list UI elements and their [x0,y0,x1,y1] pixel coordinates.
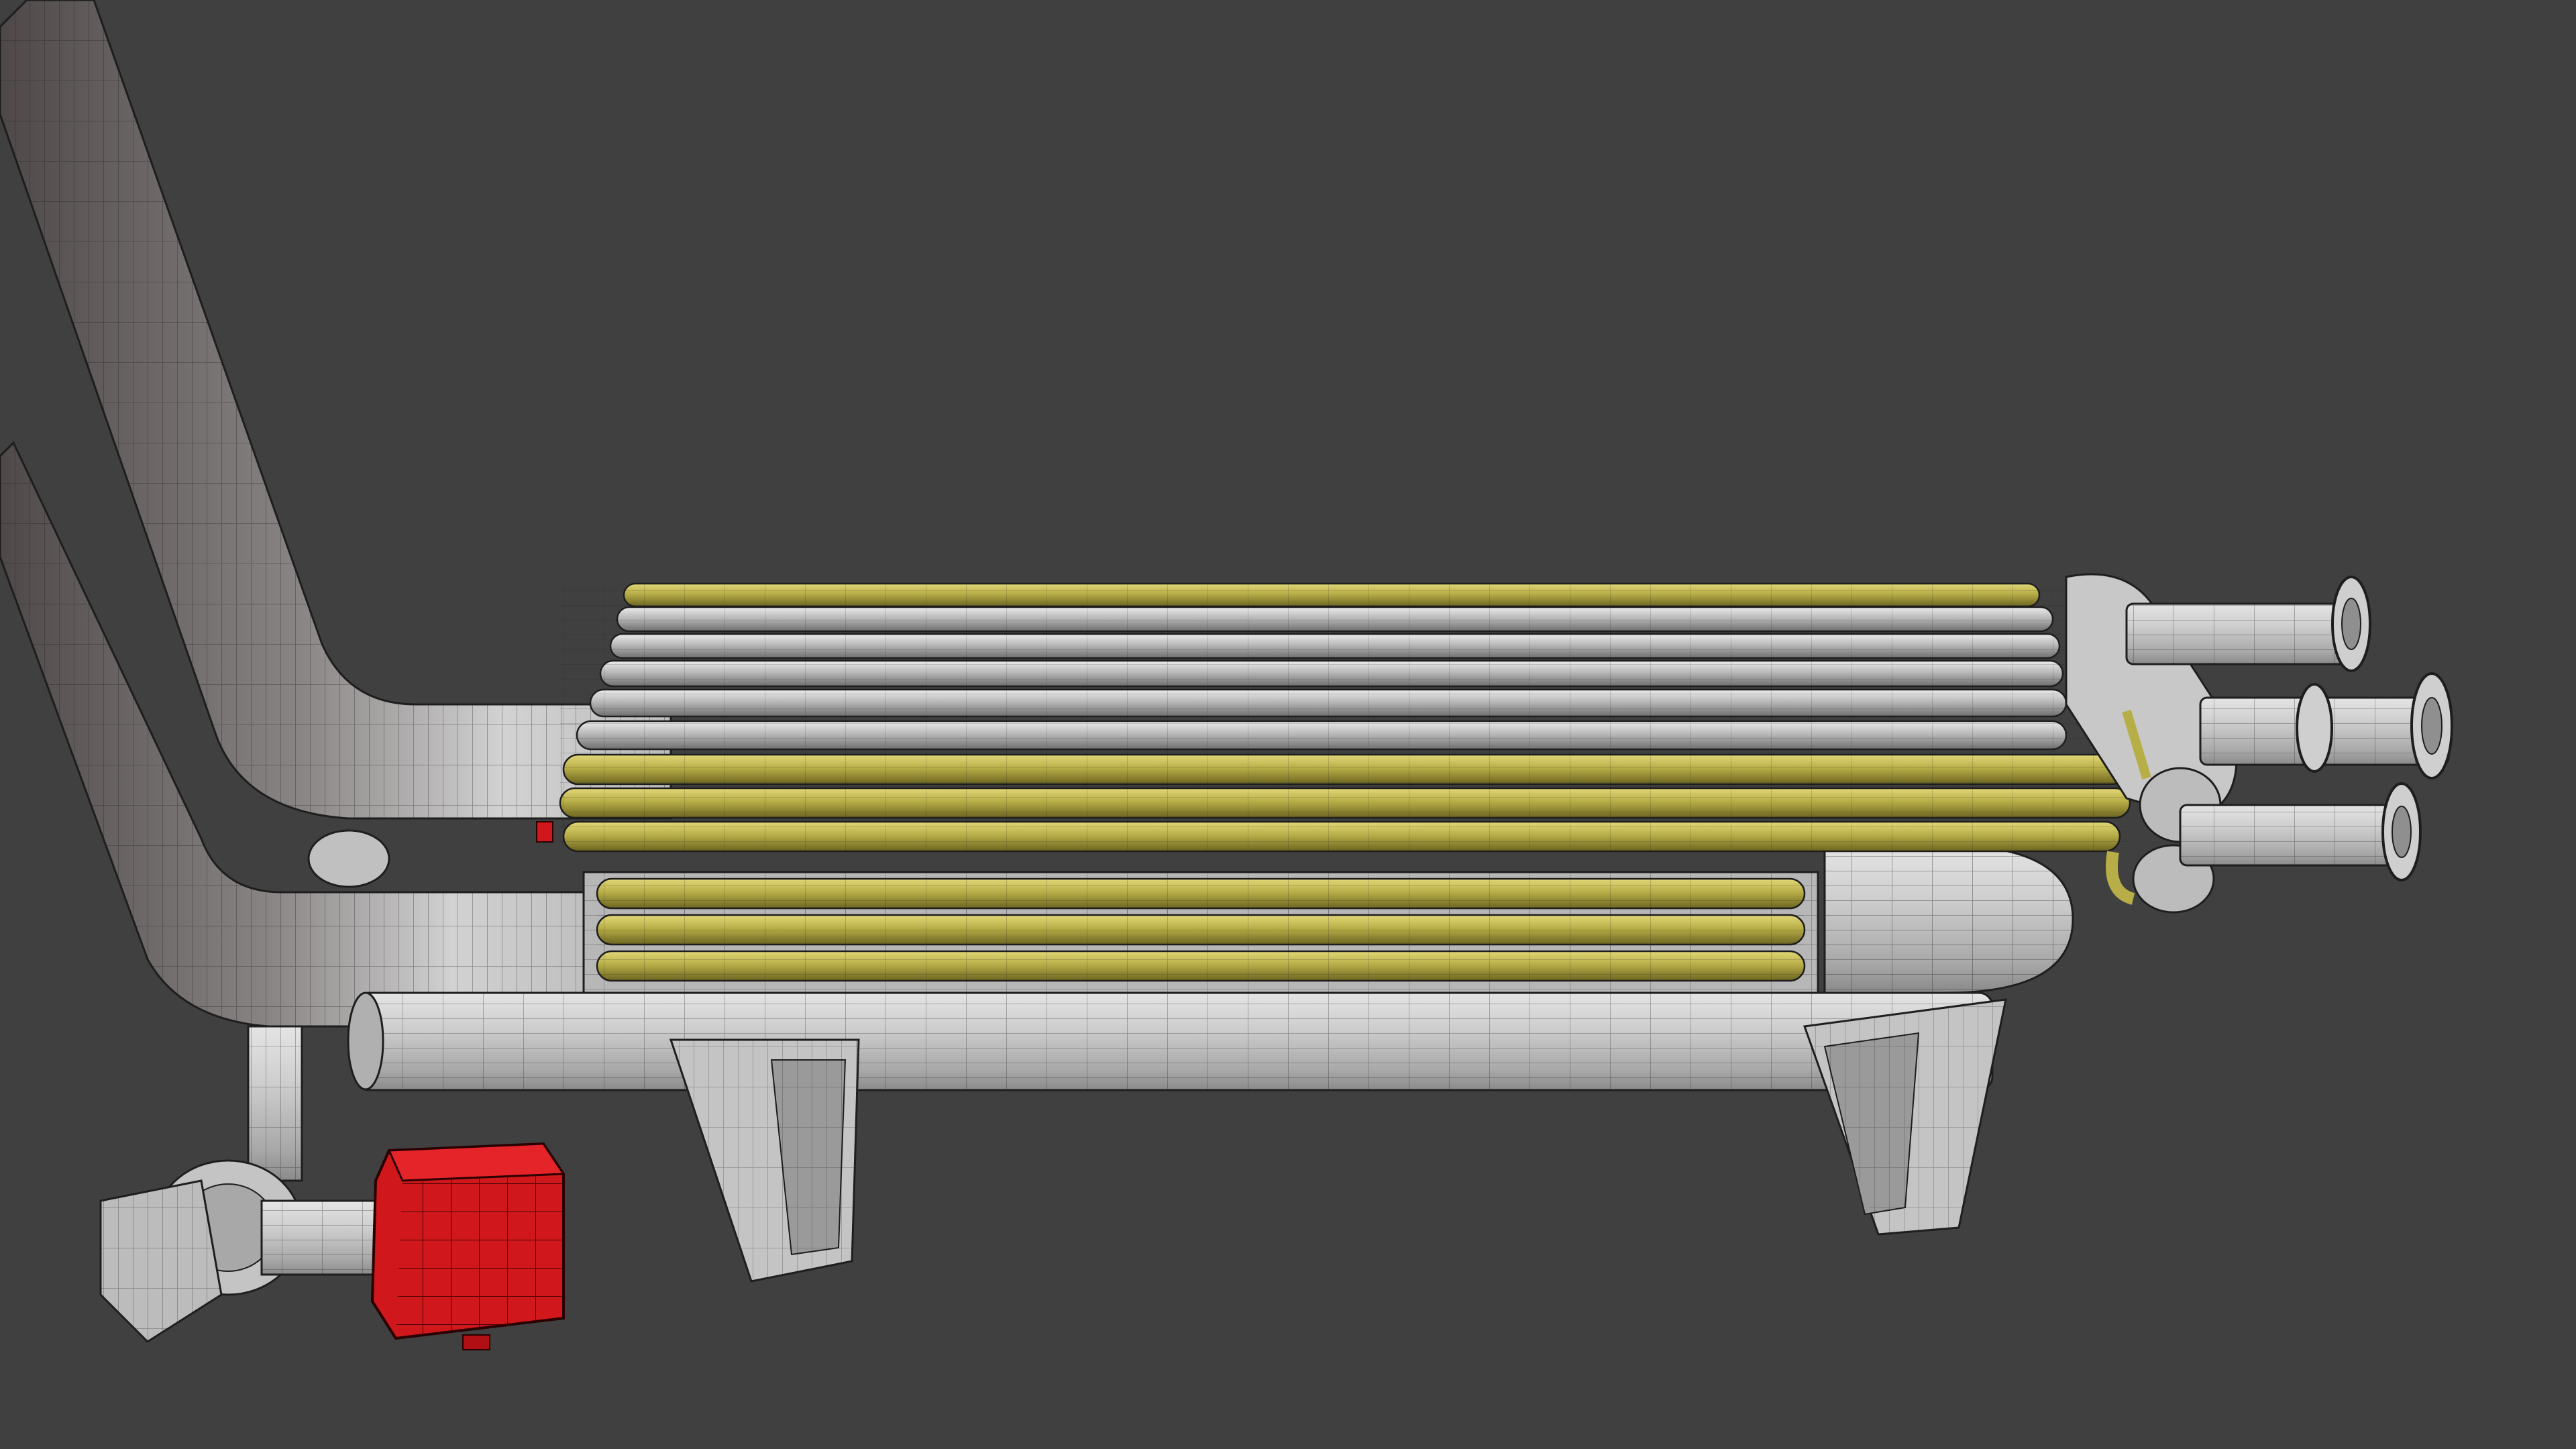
flanged-outlet-pipes[interactable] [2065,573,2453,914]
3d-viewport[interactable] [0,0,2576,1449]
upper-coil-bundle[interactable] [559,582,2131,853]
lower-coil-bundle[interactable] [582,871,1819,994]
wireframe-render [0,0,2453,1350]
